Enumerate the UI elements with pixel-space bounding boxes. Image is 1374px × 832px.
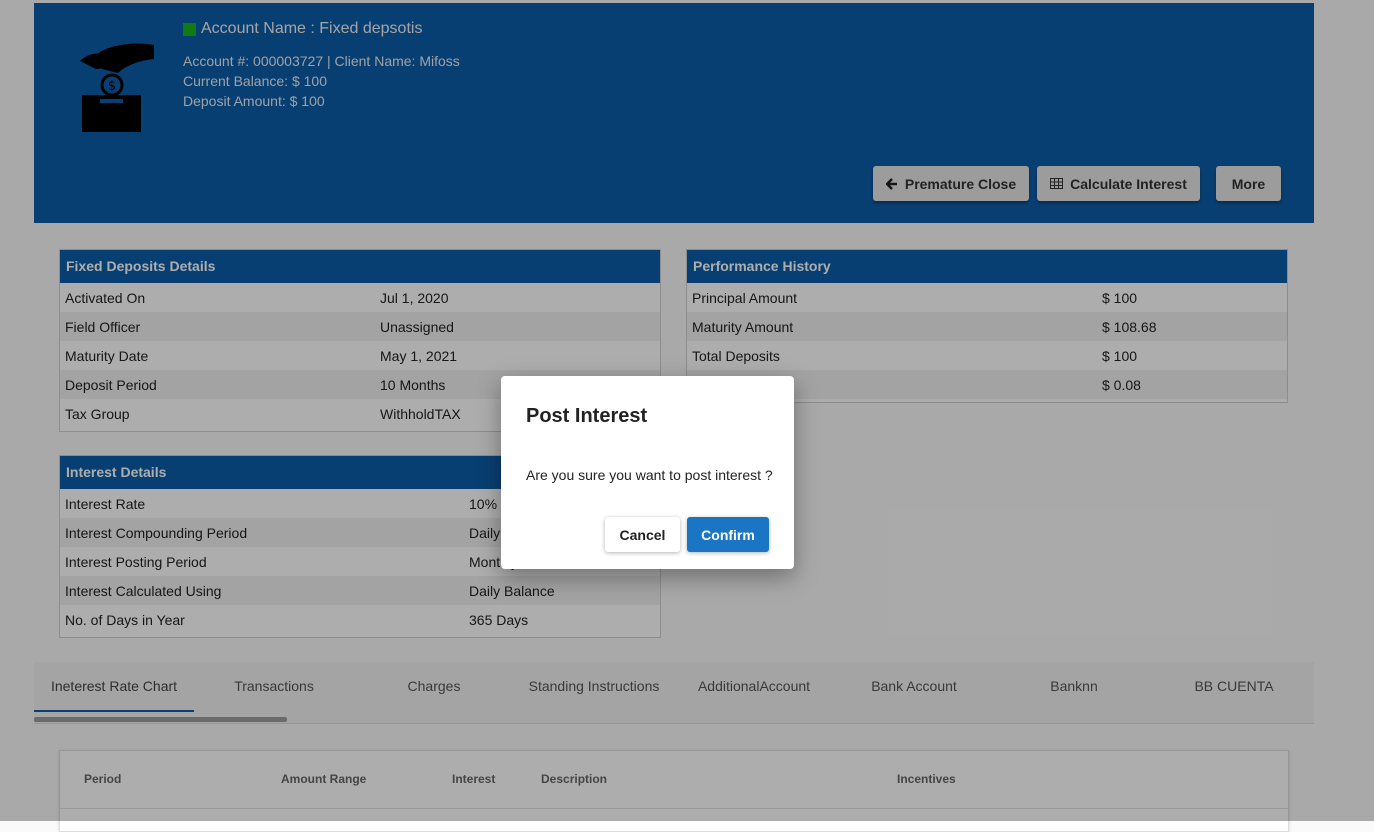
- cancel-button[interactable]: Cancel: [605, 517, 680, 552]
- post-interest-dialog: Post Interest Are you sure you want to p…: [501, 376, 794, 569]
- confirm-button[interactable]: Confirm: [687, 517, 769, 552]
- dialog-title: Post Interest: [526, 405, 648, 427]
- dialog-message: Are you sure you want to post interest ?: [526, 467, 773, 483]
